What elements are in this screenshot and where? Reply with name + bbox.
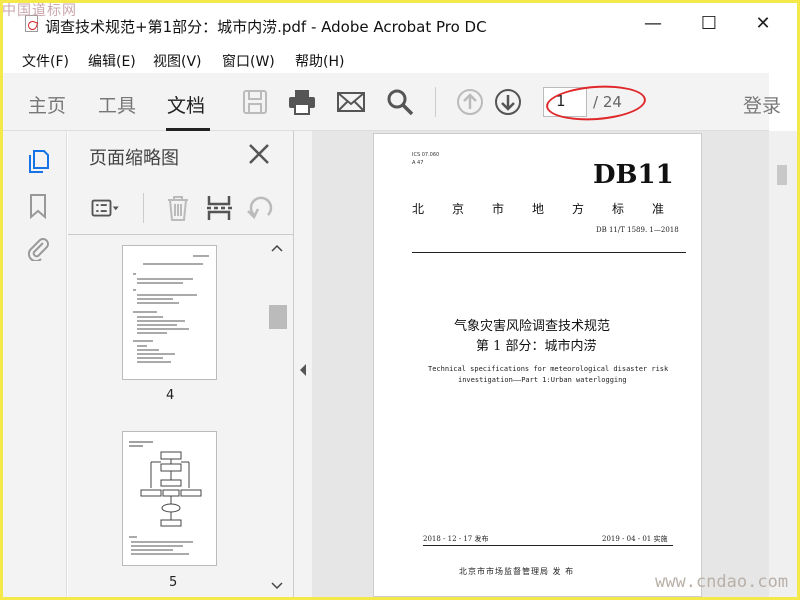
save-icon[interactable]	[240, 87, 270, 117]
menu-edit[interactable]: 编辑(E)	[88, 51, 136, 71]
doc-issuer: 北京市市场监督管理局 发 布	[459, 567, 575, 576]
document-viewport[interactable]: ICS 07.060 A 47 DB11 北京市地方标准 DB 11/T 158…	[312, 131, 769, 597]
doc-divider	[412, 252, 686, 253]
thumbnail-text-lines	[133, 255, 209, 363]
page-thumbnails-panel: 页面缩略图 4 5	[68, 131, 294, 597]
thumbnail-label-5: 5	[169, 575, 178, 590]
menu-file[interactable]: 文件(F)	[22, 51, 69, 71]
search-icon[interactable]	[385, 87, 415, 117]
pdf-page: ICS 07.060 A 47 DB11 北京市地方标准 DB 11/T 158…	[373, 133, 702, 597]
tab-tools[interactable]: 工具	[98, 91, 136, 118]
doc-ccs: A 47	[412, 160, 424, 166]
menu-help[interactable]: 帮助(H)	[295, 51, 344, 71]
doc-standard-type: 北京市地方标准	[412, 202, 693, 216]
title-bar: 调查技术规范+第1部分：城市内涝.pdf - Adobe Acrobat Pro…	[3, 3, 797, 45]
doc-number: DB 11/T 1589. 1—2018	[596, 226, 679, 234]
close-button[interactable]: ✕	[741, 9, 785, 39]
scroll-thumb[interactable]	[269, 305, 287, 329]
doc-ics: ICS 07.060	[412, 152, 440, 158]
scroll-down-icon[interactable]	[270, 581, 284, 591]
doc-classification: ICS 07.060 A 47	[412, 151, 439, 167]
tools-separator	[143, 193, 144, 223]
tab-document[interactable]: 文档	[167, 91, 205, 118]
doc-subtitle-cn: 第 1 部分：城市内涝	[476, 339, 597, 354]
close-icon[interactable]	[246, 141, 272, 167]
doc-title-cn: 气象灾害风险调查技术规范	[454, 319, 611, 334]
watermark-logo: 中国道标网	[2, 3, 77, 19]
acrobat-window: 调查技术规范+第1部分：城市内涝.pdf - Adobe Acrobat Pro…	[3, 3, 797, 597]
page-down-icon[interactable]	[493, 87, 523, 117]
watermark-site: www.cndao.com	[655, 572, 789, 592]
thumbnail-label-4: 4	[166, 388, 175, 403]
navigation-rail	[3, 131, 67, 597]
doc-scroll-thumb[interactable]	[777, 165, 787, 185]
print-icon[interactable]	[287, 87, 317, 117]
login-link[interactable]: 登录	[743, 91, 781, 118]
page-thumbnail-5[interactable]	[122, 431, 217, 566]
doc-implement-date: 2019 - 04 - 01 实施	[602, 535, 668, 543]
window-title: 调查技术规范+第1部分：城市内涝.pdf - Adobe Acrobat Pro…	[45, 18, 487, 36]
scroll-up-icon[interactable]	[270, 243, 284, 253]
doc-publish-date: 2018 - 12 - 17 发布	[423, 535, 489, 543]
mail-icon[interactable]	[336, 87, 366, 117]
collapse-left-icon[interactable]	[298, 363, 308, 377]
rotate-icon[interactable]	[246, 193, 276, 223]
doc-footer-divider	[423, 545, 673, 546]
maximize-button[interactable]: ☐	[687, 9, 731, 39]
doc-subtitle-en: investigation——Part 1:Urban waterlogging	[458, 376, 627, 384]
extract-pages-icon[interactable]	[204, 193, 234, 223]
thumbnail-scrollbar[interactable]	[264, 239, 290, 595]
main-toolbar: 主页 工具 文档 1 / 24 登录	[3, 73, 781, 131]
page-thumbnail-4[interactable]	[122, 245, 217, 380]
delete-icon[interactable]	[163, 193, 193, 223]
toolbar-separator	[435, 87, 436, 117]
document-scrollbar[interactable]	[769, 131, 797, 597]
tab-home[interactable]: 主页	[28, 91, 66, 118]
thumbnail-tools	[68, 179, 294, 235]
panel-collapse-handle[interactable]	[294, 131, 312, 597]
thumbnail-flowchart	[129, 441, 202, 555]
page-up-icon[interactable]	[455, 87, 485, 117]
page-thumbnails-icon[interactable]	[25, 147, 51, 173]
doc-title-en: Technical specifications for meteorologi…	[428, 365, 669, 373]
menu-bar: 文件(F) 编辑(E) 视图(V) 窗口(W) 帮助(H)	[3, 47, 797, 73]
minimize-button[interactable]: —	[631, 9, 675, 39]
options-menu-icon[interactable]	[91, 193, 121, 223]
panel-title: 页面缩略图	[89, 148, 179, 169]
menu-view[interactable]: 视图(V)	[153, 51, 202, 71]
attachments-icon[interactable]	[25, 235, 51, 261]
doc-code: DB11	[593, 160, 674, 190]
menu-window[interactable]: 窗口(W)	[222, 51, 275, 71]
bookmarks-icon[interactable]	[25, 193, 51, 219]
